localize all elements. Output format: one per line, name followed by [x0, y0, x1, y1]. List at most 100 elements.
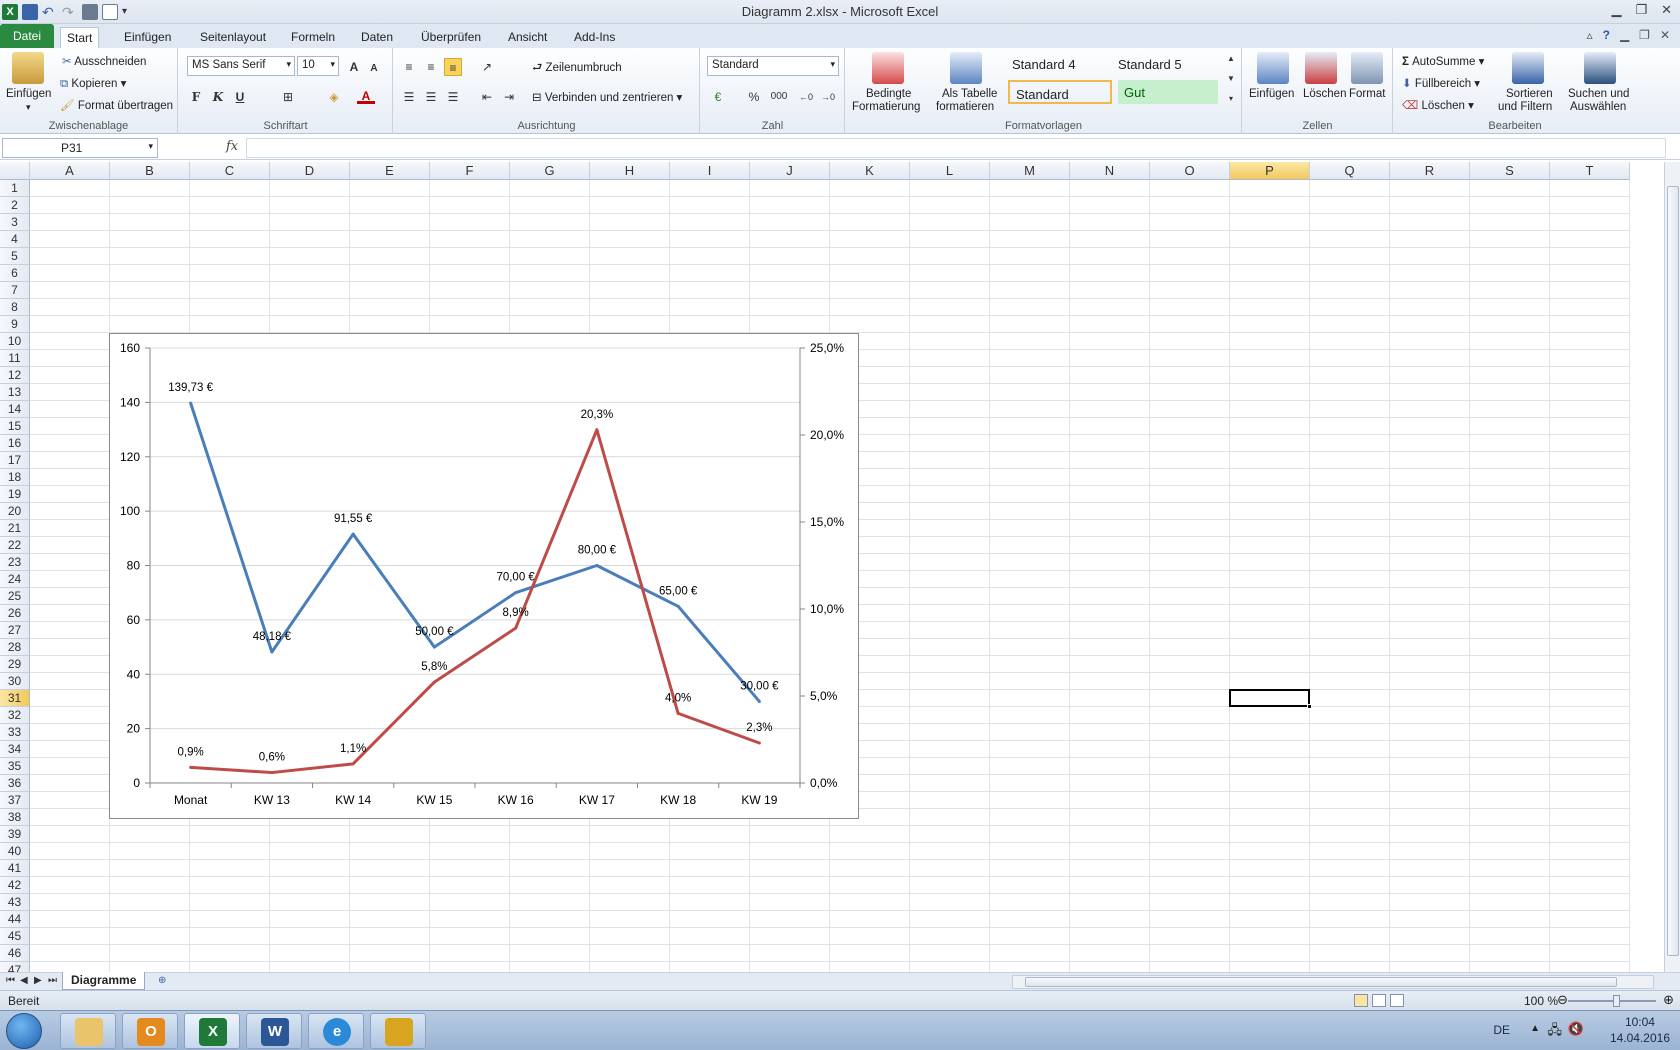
- prev-sheet-icon[interactable]: ◀: [20, 975, 28, 986]
- align-left-icon[interactable]: ☰: [400, 88, 418, 106]
- row-header-37[interactable]: 37: [0, 792, 30, 809]
- conditional-formatting-icon[interactable]: [872, 52, 904, 84]
- row-header-22[interactable]: 22: [0, 537, 30, 554]
- tab-page-layout[interactable]: Seitenlayout: [194, 27, 272, 48]
- find-select-line1[interactable]: Suchen und: [1568, 88, 1629, 100]
- shrink-font-icon[interactable]: A: [365, 60, 383, 78]
- column-header-k[interactable]: K: [830, 162, 910, 180]
- currency-icon[interactable]: €: [709, 88, 727, 106]
- select-all-corner[interactable]: [0, 162, 30, 180]
- row-header-26[interactable]: 26: [0, 605, 30, 622]
- tab-file[interactable]: Datei: [0, 24, 54, 48]
- first-sheet-icon[interactable]: ⏮: [6, 975, 15, 986]
- align-right-icon[interactable]: ☰: [444, 88, 462, 106]
- tab-review[interactable]: Überprüfen: [415, 27, 487, 48]
- paste-button[interactable]: Einfügen: [6, 88, 51, 100]
- row-header-36[interactable]: 36: [0, 775, 30, 792]
- format-painter-button[interactable]: 🖌 Format übertragen: [60, 98, 173, 112]
- clock[interactable]: 10:04 14.04.2016: [1610, 1014, 1670, 1046]
- volume-muted-icon[interactable]: 🔇: [1568, 1021, 1584, 1037]
- row-header-8[interactable]: 8: [0, 299, 30, 316]
- bold-button[interactable]: F: [187, 88, 205, 106]
- percent-button[interactable]: %: [745, 88, 763, 106]
- row-header-13[interactable]: 13: [0, 384, 30, 401]
- row-header-42[interactable]: 42: [0, 877, 30, 894]
- zoom-level[interactable]: 100 %: [1524, 994, 1558, 1008]
- column-header-s[interactable]: S: [1470, 162, 1550, 180]
- row-header-41[interactable]: 41: [0, 860, 30, 877]
- row-header-30[interactable]: 30: [0, 673, 30, 690]
- format-as-table-line1[interactable]: Als Tabelle: [942, 88, 997, 100]
- network-icon[interactable]: 🖧: [1548, 1021, 1563, 1043]
- row-header-2[interactable]: 2: [0, 197, 30, 214]
- active-cell[interactable]: [1229, 689, 1312, 709]
- minimize-icon[interactable]: ▁: [1611, 2, 1621, 18]
- tab-insert[interactable]: Einfügen: [118, 27, 177, 48]
- column-header-h[interactable]: H: [590, 162, 670, 180]
- format-cells-icon[interactable]: [1351, 52, 1383, 84]
- align-bottom-icon[interactable]: ≡: [444, 58, 462, 76]
- fill-handle[interactable]: [1307, 704, 1312, 709]
- row-header-47[interactable]: 47: [0, 962, 30, 972]
- row-header-31[interactable]: 31: [0, 690, 30, 707]
- style-gut[interactable]: Gut: [1118, 80, 1218, 104]
- language-indicator[interactable]: DE: [1493, 1023, 1510, 1037]
- vertical-scroll-thumb[interactable]: [1667, 186, 1679, 956]
- insert-sheet-icon[interactable]: ⊕: [158, 975, 166, 986]
- increase-indent-icon[interactable]: ⇥: [500, 88, 518, 106]
- font-name-combo[interactable]: MS Sans Serif ▾: [187, 56, 295, 76]
- column-header-b[interactable]: B: [110, 162, 190, 180]
- row-header-21[interactable]: 21: [0, 520, 30, 537]
- column-header-a[interactable]: A: [30, 162, 110, 180]
- column-header-e[interactable]: E: [350, 162, 430, 180]
- insert-cells-icon[interactable]: [1257, 52, 1289, 84]
- formula-input[interactable]: [246, 138, 1666, 158]
- taskbar-explorer[interactable]: [60, 1013, 116, 1049]
- sheet-tab-diagramme[interactable]: Diagramme: [62, 972, 146, 990]
- close-icon[interactable]: ✕: [1661, 2, 1672, 18]
- row-header-17[interactable]: 17: [0, 452, 30, 469]
- zoom-slider-knob[interactable]: [1613, 995, 1620, 1007]
- format-as-table-line2[interactable]: formatieren: [936, 101, 994, 113]
- row-header-43[interactable]: 43: [0, 894, 30, 911]
- styles-scroll-up-icon[interactable]: ▲: [1222, 50, 1240, 68]
- workbook-close-icon[interactable]: ✕: [1660, 28, 1670, 42]
- row-header-1[interactable]: 1: [0, 180, 30, 197]
- column-header-r[interactable]: R: [1390, 162, 1470, 180]
- column-header-i[interactable]: I: [670, 162, 750, 180]
- sort-filter-icon[interactable]: [1512, 52, 1544, 84]
- row-header-39[interactable]: 39: [0, 826, 30, 843]
- row-header-15[interactable]: 15: [0, 418, 30, 435]
- row-header-19[interactable]: 19: [0, 486, 30, 503]
- merge-center-button[interactable]: ⊟ Verbinden und zentrieren ▾: [532, 90, 682, 104]
- tab-start[interactable]: Start: [60, 27, 100, 48]
- fill-color-icon[interactable]: ◈: [325, 88, 343, 106]
- row-header-5[interactable]: 5: [0, 248, 30, 265]
- format-as-table-icon[interactable]: [950, 52, 982, 84]
- conditional-formatting-line1[interactable]: Bedingte: [866, 88, 911, 100]
- page-layout-view-icon[interactable]: [1372, 994, 1386, 1007]
- help-icon[interactable]: ?: [1603, 28, 1610, 42]
- column-header-p[interactable]: P: [1230, 162, 1310, 180]
- styles-scroll-down-icon[interactable]: ▼: [1222, 70, 1240, 88]
- restore-icon[interactable]: ❐: [1635, 2, 1647, 18]
- row-header-34[interactable]: 34: [0, 741, 30, 758]
- delete-cells-button[interactable]: Löschen: [1303, 88, 1346, 100]
- tab-formulas[interactable]: Formeln: [285, 27, 341, 48]
- workbook-restore-icon[interactable]: ❐: [1639, 28, 1650, 42]
- taskbar-excel[interactable]: X: [184, 1013, 240, 1049]
- minimize-ribbon-icon[interactable]: ▵: [1587, 28, 1593, 42]
- insert-cells-button[interactable]: Einfügen: [1249, 88, 1294, 100]
- column-header-j[interactable]: J: [750, 162, 830, 180]
- taskbar-internet-explorer[interactable]: e: [308, 1013, 364, 1049]
- increase-decimal-icon[interactable]: ←0: [797, 88, 815, 106]
- taskbar-other-app[interactable]: [370, 1013, 426, 1049]
- last-sheet-icon[interactable]: ⏭: [48, 975, 57, 986]
- styles-more-icon[interactable]: ▾: [1222, 90, 1240, 108]
- autosum-button[interactable]: Σ AutoSumme ▾: [1402, 54, 1484, 68]
- row-header-24[interactable]: 24: [0, 571, 30, 588]
- row-header-27[interactable]: 27: [0, 622, 30, 639]
- clear-button[interactable]: ⌫ Löschen ▾: [1402, 98, 1474, 112]
- tray-expand-icon[interactable]: ▲: [1530, 1023, 1540, 1034]
- decrease-decimal-icon[interactable]: →0: [819, 88, 837, 106]
